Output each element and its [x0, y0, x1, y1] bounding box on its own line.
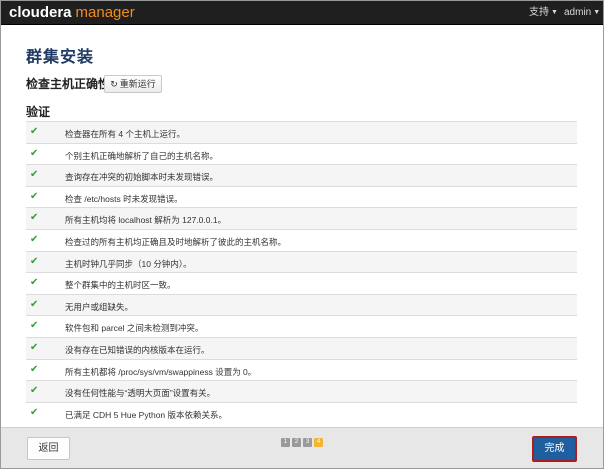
- check-text: 已满足 CDH 5 Hue Python 版本依赖关系。: [65, 409, 228, 420]
- check-icon: ✔: [30, 126, 39, 137]
- check-text: 所有主机都将 /proc/sys/vm/swappiness 设置为 0。: [65, 366, 257, 377]
- check-row: ✔ 软件包和 parcel 之间未检测到冲突。: [26, 315, 577, 337]
- check-row: ✔ 已满足 CDH 5 Hue Python 版本依赖关系。: [26, 401, 577, 424]
- check-row: ✔ 查询存在冲突的初始脚本时未发现错误。: [26, 164, 577, 186]
- wizard-step: 2: [292, 438, 301, 447]
- top-nav-bar: cloudera manager 支持 ▼ admin ▼: [1, 1, 603, 25]
- finish-button[interactable]: 完成: [532, 436, 577, 462]
- wizard-footer: 返回 1 2 3 4 完成: [1, 427, 603, 468]
- check-text: 检查 /etc/hosts 时未发现错误。: [65, 193, 183, 204]
- check-row: ✔ 检查过的所有主机均正确且及时地解析了彼此的主机名称。: [26, 228, 577, 251]
- chevron-down-icon: ▼: [551, 9, 558, 16]
- cloudera-manager-logo[interactable]: cloudera manager: [9, 3, 135, 23]
- check-row: ✔ 检查器在所有 4 个主机上运行。: [26, 121, 577, 143]
- check-icon: ✔: [30, 406, 39, 418]
- brand-sub: manager: [75, 4, 135, 21]
- check-icon: ✔: [30, 169, 39, 181]
- check-icon: ✔: [30, 255, 39, 267]
- check-text: 整个群集中的主机时区一致。: [65, 280, 176, 291]
- check-text: 查询存在冲突的初始脚本时未发现错误。: [65, 172, 219, 183]
- check-icon: ✔: [30, 190, 39, 202]
- support-menu-label: 支持: [529, 7, 549, 18]
- verify-heading: 验证: [26, 105, 51, 119]
- check-row: ✔ 整个群集中的主机时区一致。: [26, 272, 577, 294]
- check-text: 检查过的所有主机均正确且及时地解析了彼此的主机名称。: [65, 236, 287, 247]
- check-row: ✔ 无用户或组缺失。: [26, 293, 577, 316]
- back-button[interactable]: 返回: [27, 437, 70, 460]
- check-row: ✔ 个别主机正确地解析了自己的主机名称。: [26, 142, 577, 165]
- check-text: 主机时钟几乎同步（10 分钟内）。: [65, 258, 192, 269]
- check-text: 所有主机均将 localhost 解析为 127.0.0.1。: [65, 215, 227, 226]
- check-icon: ✔: [30, 363, 39, 375]
- check-row: ✔ 所有主机均将 localhost 解析为 127.0.0.1。: [26, 207, 577, 229]
- check-icon: ✔: [30, 341, 39, 353]
- check-text: 软件包和 parcel 之间未检测到冲突。: [65, 323, 204, 334]
- check-list: ✔ 检查器在所有 4 个主机上运行。 ✔ 个别主机正确地解析了自己的主机名称。 ✔ 查…: [26, 121, 577, 423]
- support-menu[interactable]: 支持 ▼: [529, 1, 558, 25]
- check-icon: ✔: [30, 298, 39, 310]
- check-row: ✔ 检查 /etc/hosts 时未发现错误。: [26, 185, 577, 208]
- check-text: 无用户或组缺失。: [65, 301, 134, 312]
- section-title: 检查主机正确性: [26, 77, 111, 91]
- check-icon: ✔: [30, 320, 39, 332]
- check-icon: ✔: [30, 147, 39, 159]
- check-row: ✔ 所有主机都将 /proc/sys/vm/swappiness 设置为 0。: [26, 358, 577, 381]
- check-icon: ✔: [30, 277, 39, 289]
- check-icon: ✔: [30, 233, 39, 245]
- user-menu[interactable]: admin ▼: [564, 1, 600, 25]
- check-text: 没有存在已知错误的内核版本在运行。: [65, 344, 210, 355]
- chevron-down-icon: ▼: [593, 9, 601, 16]
- user-menu-label: admin: [564, 7, 592, 18]
- check-icon: ✔: [30, 212, 39, 224]
- rerun-button-label: 重新运行: [119, 79, 156, 89]
- check-text: 个别主机正确地解析了自己的主机名称。: [65, 150, 219, 161]
- check-text: 检查器在所有 4 个主机上运行。: [65, 129, 185, 139]
- wizard-step: 3: [303, 438, 312, 447]
- wizard-step-current: 4: [314, 438, 323, 447]
- app-window: cloudera manager 支持 ▼ admin ▼ 群集安装 检查主机正确性 …: [0, 0, 604, 469]
- page-title: 群集安装: [26, 49, 95, 66]
- wizard-step: 1: [281, 438, 290, 447]
- check-row: ✔ 没有存在已知错误的内核版本在运行。: [26, 336, 577, 359]
- check-text: 没有任何性能与“透明大页面”设置有关。: [65, 388, 216, 399]
- check-row: ✔ 没有任何性能与“透明大页面”设置有关。: [26, 380, 577, 402]
- rerun-button[interactable]: ↻ 重新运行: [104, 75, 162, 93]
- check-icon: ✔: [30, 385, 39, 397]
- check-row: ✔ 主机时钟几乎同步（10 分钟内）。: [26, 250, 577, 273]
- refresh-icon: ↻: [110, 79, 118, 89]
- brand-main: cloudera: [9, 4, 72, 21]
